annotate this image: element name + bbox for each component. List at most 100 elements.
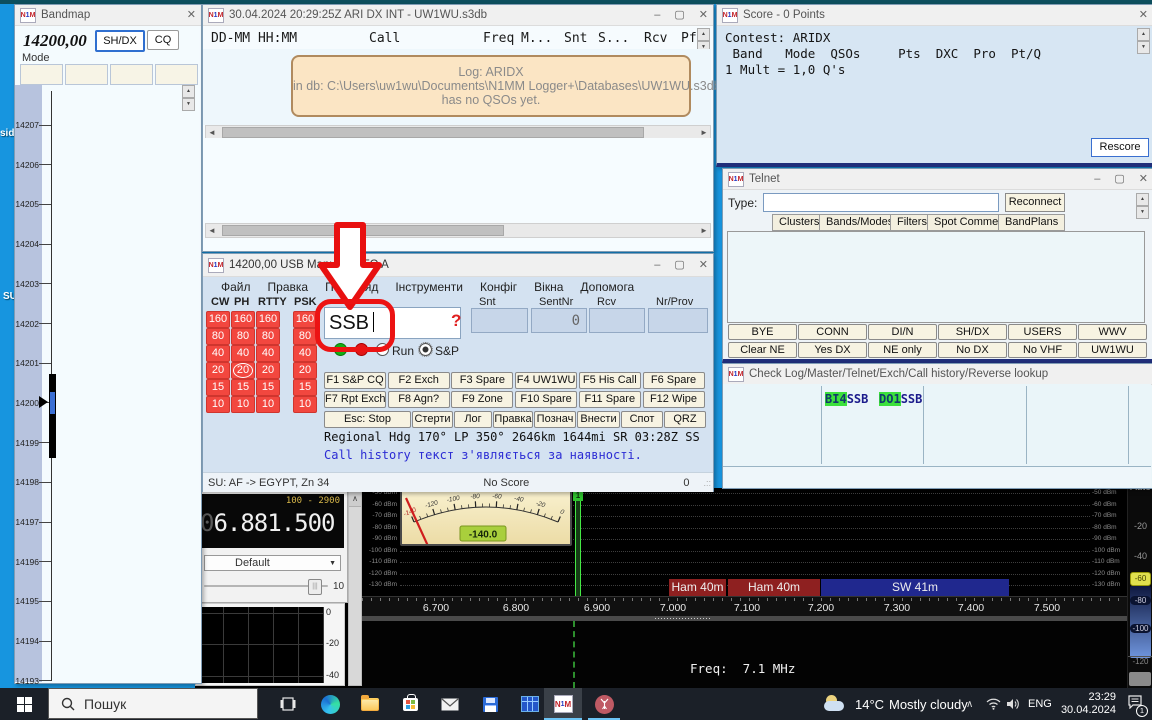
maximize-icon[interactable]: ▢ [674, 6, 684, 24]
telnet-spinner[interactable]: ▲ ▼ [1136, 193, 1149, 219]
fkey-button-1[interactable]: F1 S&P CQ [324, 372, 386, 389]
check-callsign[interactable]: DO1SSB [879, 392, 922, 406]
fkey-button-6[interactable]: F6 Spare [643, 372, 705, 389]
fkey-button-2[interactable]: F2 Exch [388, 372, 450, 389]
band-button-15[interactable]: 15 [206, 379, 230, 396]
spin-up-icon[interactable]: ▲ [182, 85, 195, 98]
scroll-right-icon[interactable]: ► [698, 128, 710, 137]
band-button-20[interactable]: 20 [256, 362, 280, 379]
edge-icon[interactable] [310, 688, 350, 720]
telnet-tab-bands-modes[interactable]: Bands/Modes [819, 214, 900, 231]
log-column-header[interactable]: S... [598, 31, 629, 46]
score-spinner[interactable]: ▲ ▼ [1137, 28, 1150, 54]
spin-down-icon[interactable]: ▼ [1137, 41, 1150, 54]
language-indicator[interactable]: ENG [1028, 688, 1052, 720]
resize-grip[interactable]: .:: [703, 478, 711, 488]
minimize-icon[interactable]: – [654, 6, 660, 24]
spin-up-icon[interactable]: ▲ [1137, 28, 1150, 41]
volume-slider[interactable]: ||| [204, 579, 328, 593]
band-button-160[interactable]: 160 [206, 311, 230, 328]
mail-icon[interactable] [430, 688, 470, 720]
minimize-icon[interactable]: – [654, 256, 660, 274]
field-input-sentnr[interactable]: 0 [531, 308, 587, 333]
scroll-left-icon[interactable]: ◄ [206, 128, 218, 137]
telnet-button-bye[interactable]: BYE [728, 324, 797, 340]
menu-інструменти[interactable]: Інструменти [395, 280, 463, 294]
notification-icon[interactable]: 1 [1122, 688, 1148, 720]
bandmap-mode-box[interactable] [65, 64, 108, 85]
bandmap-mode-box[interactable] [110, 64, 153, 85]
band-button-10[interactable]: 10 [206, 396, 230, 413]
telnet-button-ne-only[interactable]: NE only [868, 342, 937, 358]
band-button-20[interactable]: 20 [206, 362, 230, 379]
sdr-scrollbar[interactable]: ∧ [348, 490, 362, 686]
log-column-header[interactable]: Freq [483, 31, 514, 46]
range-handle[interactable]: -60 [1130, 572, 1151, 586]
minimize-icon[interactable]: – [1094, 170, 1100, 188]
spin-down-icon[interactable]: ▼ [1136, 206, 1149, 219]
fkey-button-7[interactable]: F7 Rpt Exch [324, 391, 386, 408]
band-button-15[interactable]: 15 [256, 379, 280, 396]
band-button-10[interactable]: 10 [256, 396, 280, 413]
action-button-0[interactable]: Esc: Stop [324, 411, 411, 428]
bandmap-titlebar[interactable]: N1M Bandmap ✕ [15, 5, 201, 26]
search-box[interactable]: Пошук [48, 688, 258, 719]
frequency-value[interactable]: 6.881.500 [213, 509, 334, 537]
band-button-40[interactable]: 40 [206, 345, 230, 362]
close-icon[interactable]: ✕ [1139, 6, 1148, 24]
sp-radio[interactable] [419, 343, 432, 356]
spin-up-icon[interactable]: ▲ [1136, 193, 1149, 206]
weather-icon[interactable] [820, 688, 850, 720]
fkey-button-3[interactable]: F3 Spare [451, 372, 513, 389]
telnet-button-no-dx[interactable]: No DX [938, 342, 1007, 358]
telnet-button-yes-dx[interactable]: Yes DX [798, 342, 867, 358]
bandmap-mode-box[interactable] [20, 64, 63, 85]
band-button-20[interactable]: 20 [231, 362, 255, 379]
band-button-80[interactable]: 80 [293, 328, 317, 345]
scroll-thumb[interactable] [222, 127, 644, 138]
volume-icon[interactable] [1002, 688, 1024, 720]
check-callsign[interactable]: BI4SSB [825, 392, 868, 406]
band-button-15[interactable]: 15 [293, 379, 317, 396]
fkey-button-5[interactable]: F5 His Call [579, 372, 641, 389]
telnet-button-di-n[interactable]: DI/N [868, 324, 937, 340]
action-button-3[interactable]: Правка [493, 411, 533, 428]
check-titlebar[interactable]: N1M Check Log/Master/Telnet/Exch/Call hi… [723, 364, 1152, 385]
telnet-button-wwv[interactable]: WWV [1078, 324, 1147, 340]
entry-titlebar[interactable]: N1M 14200,00 USB Manual - VFO A – ▢ ✕ [203, 254, 713, 277]
rescore-button[interactable]: Rescore [1091, 138, 1149, 157]
desktop-icon-label[interactable]: sid [0, 128, 14, 139]
action-button-7[interactable]: QRZ [664, 411, 706, 428]
band-button-160[interactable]: 160 [231, 311, 255, 328]
fkey-button-8[interactable]: F8 Agn? [388, 391, 450, 408]
field-input-nrprov[interactable] [648, 308, 708, 333]
band-button-80[interactable]: 80 [256, 328, 280, 345]
field-input-rcv[interactable] [589, 308, 645, 333]
range-gradient[interactable]: -80 -100 [1130, 586, 1151, 658]
fkey-button-10[interactable]: F10 Spare [515, 391, 577, 408]
field-input-snt[interactable] [471, 308, 528, 333]
menu-конфіг[interactable]: Конфіг [480, 280, 517, 294]
cq-button[interactable]: CQ [147, 30, 179, 50]
band-plan-box[interactable]: Ham 40m [728, 579, 820, 596]
scroll-left-icon[interactable]: ◄ [206, 226, 218, 235]
preset-dropdown[interactable]: Default ▼ [204, 555, 341, 571]
action-button-2[interactable]: Лог [454, 411, 492, 428]
weather-temp[interactable]: 14°C [855, 688, 884, 720]
log-hscrollbar2[interactable]: ◄ ► [205, 223, 711, 238]
menu-правка[interactable]: Правка [268, 280, 309, 294]
waterfall[interactable]: Freq: 7.1 MHz [362, 621, 1127, 688]
band-button-160[interactable]: 160 [256, 311, 280, 328]
score-titlebar[interactable]: N1M Score - 0 Points ✕ [717, 5, 1152, 26]
band-button-160[interactable]: 160 [293, 311, 317, 328]
spin-down-icon[interactable]: ▼ [182, 98, 195, 111]
menu-файл[interactable]: Файл [221, 280, 251, 294]
telnet-tab-bandplans[interactable]: BandPlans [998, 214, 1065, 231]
spin-up-icon[interactable]: ▲ [697, 28, 710, 41]
telnet-button-no-vhf[interactable]: No VHF [1008, 342, 1077, 358]
band-button-40[interactable]: 40 [293, 345, 317, 362]
clock[interactable]: 23:29 30.04.2024 [1056, 688, 1116, 720]
log-column-header[interactable]: Call [369, 31, 400, 46]
band-plan-box[interactable]: SW 41m [821, 579, 1009, 596]
scroll-up-icon[interactable]: ∧ [349, 491, 361, 507]
